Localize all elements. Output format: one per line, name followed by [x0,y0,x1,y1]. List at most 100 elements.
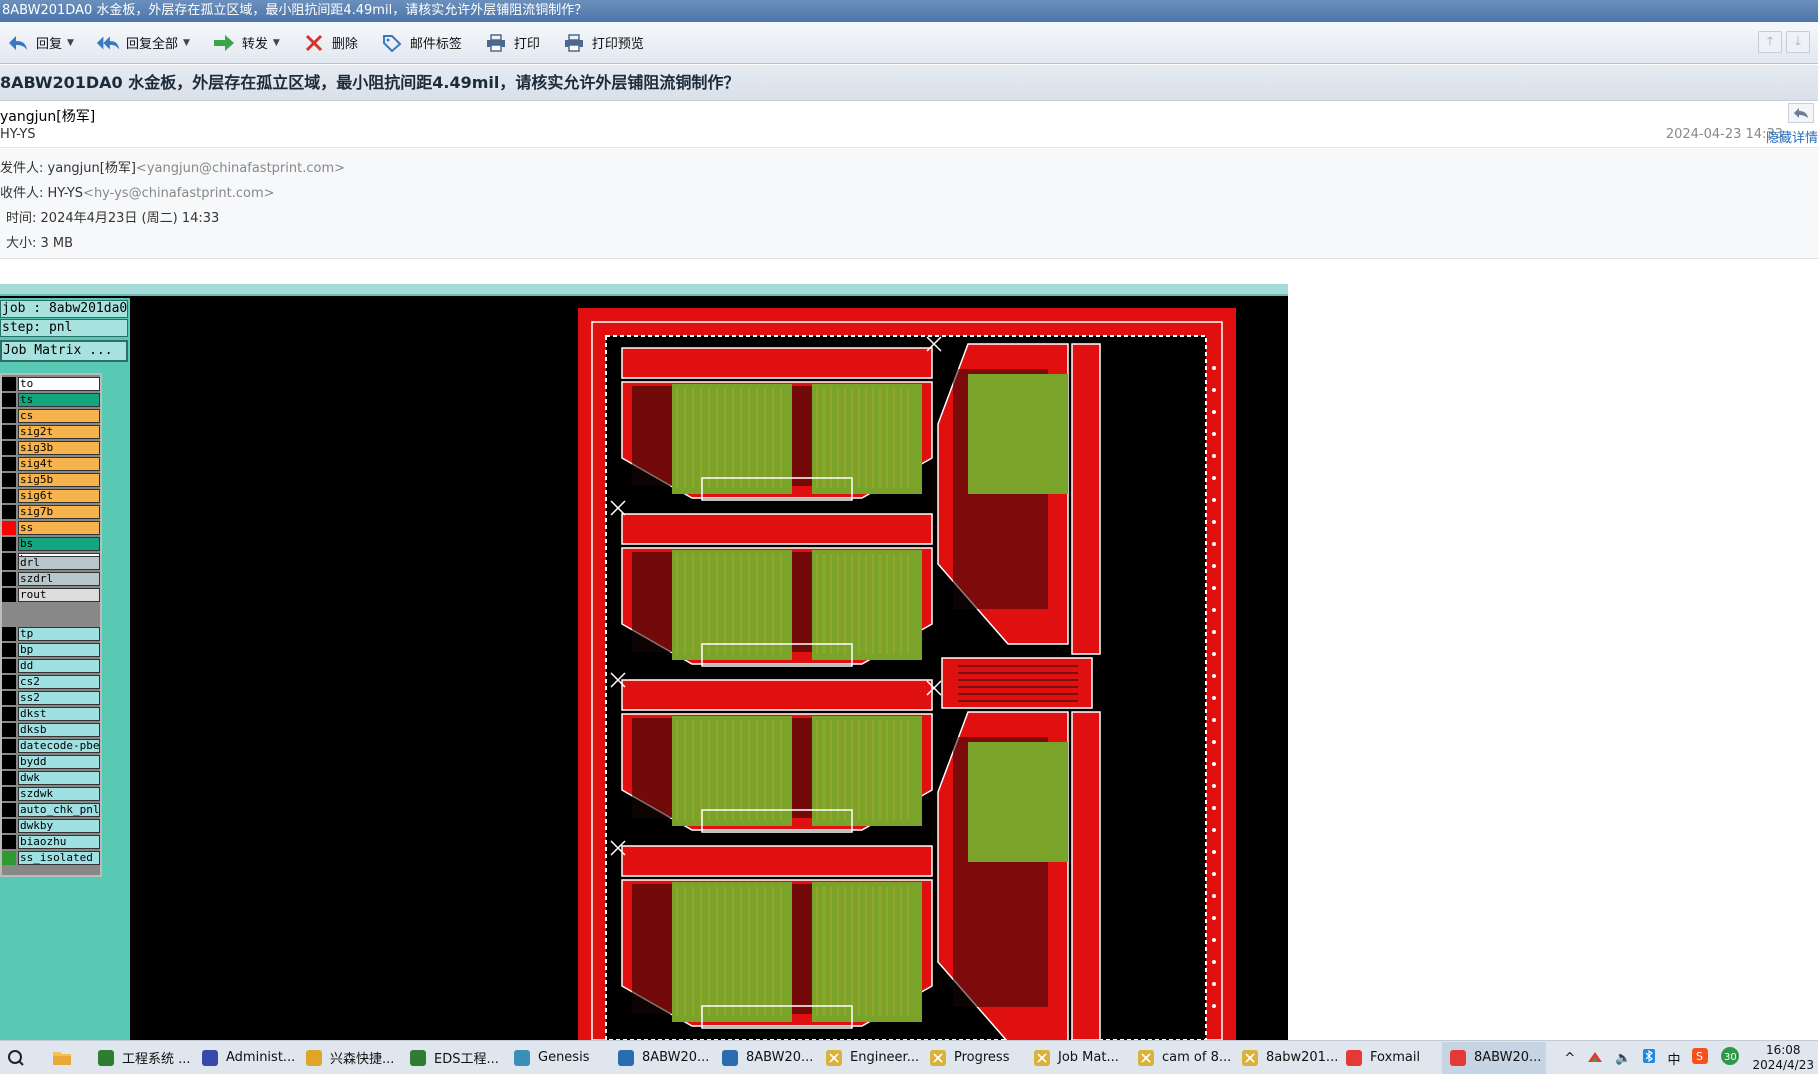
layer-drl[interactable]: drl [18,556,100,570]
layer-marker[interactable] [2,851,16,865]
layer-biaozhu[interactable]: biaozhu [18,835,100,849]
layer-bydd[interactable]: bydd [18,755,100,769]
ime-indicator[interactable]: 中 [1667,1049,1680,1068]
layer-szdwk[interactable]: szdwk [18,787,100,801]
print-button[interactable]: 打印 [478,28,546,58]
layer-marker[interactable] [2,556,16,570]
file-explorer-button[interactable] [46,1042,90,1074]
layer-cs2[interactable]: cs2 [18,675,100,689]
layer-marker[interactable] [2,787,16,801]
taskbar-app[interactable]: cam of 8... [1130,1042,1234,1074]
taskbar-app[interactable]: 8ABW20... [610,1042,714,1074]
clock[interactable]: 16:08 2024/4/23 [1752,1043,1814,1073]
layer-marker[interactable] [2,489,16,503]
tag-button[interactable]: 邮件标签 [374,28,468,58]
layer-marker[interactable] [2,393,16,407]
forward-button[interactable]: 转发 ▼ [206,28,286,58]
taskbar-app[interactable]: EDS工程... [402,1042,506,1074]
sender-address[interactable]: <yangjun@chinafastprint.com> [136,161,345,176]
layer-bp[interactable]: bp [18,643,100,657]
sogou-icon[interactable]: S [1692,1048,1709,1068]
layer-ss2[interactable]: ss2 [18,691,100,705]
network-icon[interactable] [1587,1049,1603,1067]
taskbar-app[interactable]: Administ... [194,1042,298,1074]
layer-marker[interactable] [2,835,16,849]
arrow-down-icon[interactable]: 🡓 [1786,31,1810,53]
receiver-address[interactable]: <hy-ys@chinafastprint.com> [83,186,274,201]
security-badge-icon[interactable]: 30 [1720,1046,1740,1070]
layer-bs[interactable]: bs [18,537,100,551]
reply-button[interactable]: 回复 ▼ [0,28,80,58]
layer-tp[interactable]: tp [18,627,100,641]
layer-dd[interactable]: dd [18,659,100,673]
job-matrix-button[interactable]: Job Matrix ... [0,340,128,362]
reply-all-button[interactable]: 回复全部 ▼ [90,28,196,58]
layer-dwkby[interactable]: dwkby [18,819,100,833]
taskbar-app[interactable]: 兴森快捷... [298,1042,402,1074]
speaker-icon[interactable]: 🔈 [1615,1051,1631,1066]
layer-cs[interactable]: cs [18,409,100,423]
layer-dkst[interactable]: dkst [18,707,100,721]
layer-marker[interactable] [2,723,16,737]
layer-auto_chk_pnl[interactable]: auto_chk_pnl [18,803,100,817]
layer-marker[interactable] [2,659,16,673]
sender-detail-name[interactable]: yangjun[杨军] [48,161,136,176]
layer-marker[interactable] [2,377,16,391]
layer-marker[interactable] [2,588,16,602]
layer-marker[interactable] [2,691,16,705]
layer-szdrl[interactable]: szdrl [18,572,100,586]
taskbar-app[interactable]: Genesis [506,1042,610,1074]
layer-dwk[interactable]: dwk [18,771,100,785]
layer-marker[interactable] [2,441,16,455]
chevron-up-icon[interactable]: ^ [1564,1051,1575,1066]
search-button[interactable] [0,1042,46,1074]
layer-sig7b[interactable]: sig7b [18,505,100,519]
layer-marker[interactable] [2,803,16,817]
layer-marker[interactable] [2,675,16,689]
print-preview-button[interactable]: 打印预览 [556,28,650,58]
layer-marker[interactable] [2,572,16,586]
layer-marker[interactable] [2,425,16,439]
delete-button[interactable]: 删除 [296,28,364,58]
layer-marker[interactable] [2,643,16,657]
pcb-board-view[interactable] [578,308,1236,1040]
layer-marker[interactable] [2,771,16,785]
layer-sig3b[interactable]: sig3b [18,441,100,455]
layer-to[interactable]: to [18,377,100,391]
layer-marker[interactable] [2,819,16,833]
taskbar-app[interactable]: 8ABW20... [1442,1041,1546,1074]
layer-marker[interactable] [2,473,16,487]
bluetooth-icon[interactable] [1643,1049,1656,1067]
layer-dksb[interactable]: dksb [18,723,100,737]
recipient-short[interactable]: HY-YS [0,127,36,142]
taskbar-app[interactable]: 工程系统 ... [90,1042,194,1074]
chevron-down-icon[interactable]: ▼ [273,38,280,48]
layer-ts[interactable]: ts [18,393,100,407]
layer-marker[interactable] [2,521,16,535]
layer-datecode-pbe[interactable]: datecode-pbe [18,739,100,753]
layer-marker[interactable] [2,409,16,423]
layer-sig4t[interactable]: sig4t [18,457,100,471]
taskbar-app[interactable]: Engineer... [818,1042,922,1074]
layer-marker[interactable] [2,505,16,519]
layer-marker[interactable] [2,755,16,769]
layer-marker[interactable] [2,707,16,721]
layer-ss_isolated[interactable]: ss_isolated [18,851,100,865]
chevron-down-icon[interactable]: ▼ [183,38,190,48]
taskbar-app[interactable]: 8ABW20... [714,1042,818,1074]
layer-marker[interactable] [2,627,16,641]
taskbar-app[interactable]: Foxmail [1338,1042,1442,1074]
hide-details-link[interactable]: 隐藏详情 [1766,127,1818,146]
chevron-down-icon[interactable]: ▼ [67,38,74,48]
sender-name[interactable]: yangjun[杨军] [0,106,95,126]
quick-reply-icon[interactable] [1788,103,1814,123]
layer-sig5b[interactable]: sig5b [18,473,100,487]
layer-rout[interactable]: rout [18,588,100,602]
layer-marker[interactable] [2,457,16,471]
layer-marker[interactable] [2,739,16,753]
receiver-detail-name[interactable]: HY-YS [48,186,84,201]
layer-ss[interactable]: ss [18,521,100,535]
taskbar-app[interactable]: Job Mat... [1026,1042,1130,1074]
taskbar-app[interactable]: Progress [922,1042,1026,1074]
layer-marker[interactable] [2,537,16,551]
